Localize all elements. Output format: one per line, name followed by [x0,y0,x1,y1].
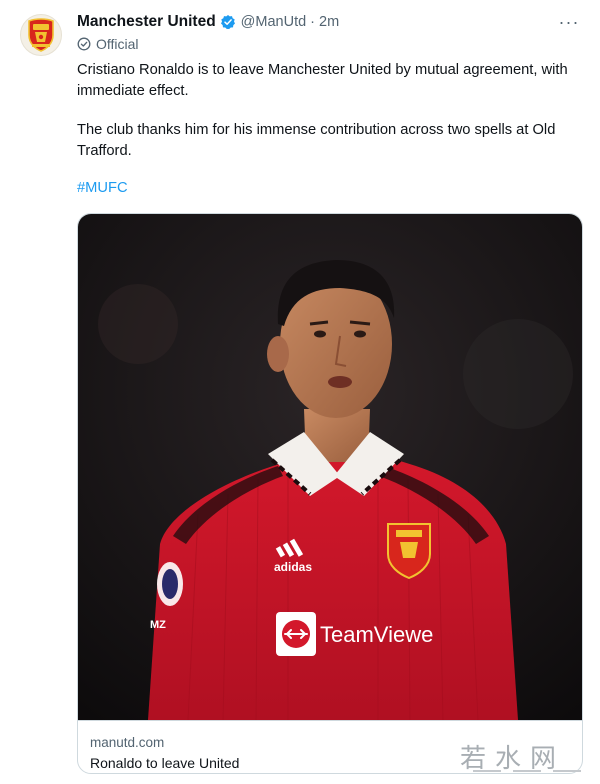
hashtag-link[interactable]: #MUFC [77,180,128,196]
shirt-crest [387,523,431,580]
tweet-text-paragraph-1: Cristiano Ronaldo is to leave Manchester… [77,62,568,99]
manchester-united-crest-icon [28,18,54,52]
sleeve-patch-text: MZ [150,619,166,631]
verified-badge-icon [220,14,236,30]
separator-dot: · [310,14,316,30]
kit-brand-text: adidas [274,560,312,574]
account-name[interactable]: Manchester United [77,13,216,31]
tweet[interactable]: Manchester United @ManUtd · 2m ··· Offic… [0,0,600,784]
more-options-icon[interactable]: ··· [558,11,580,33]
club-avatar[interactable] [20,14,62,56]
official-label: Official [77,36,139,52]
tweet-header: Manchester United @ManUtd · 2m ··· [77,11,580,33]
official-check-icon [77,37,91,51]
official-text: Official [96,36,139,52]
tweet-text-paragraph-2: The club thanks him for his immense cont… [77,122,556,159]
watermark-underline [473,770,583,774]
account-handle[interactable]: @ManUtd [241,14,307,30]
link-preview-card[interactable]: adidas TeamViewe MZ manutd.com Ronaldo t… [77,213,583,774]
sponsor-text: TeamViewe [320,622,433,647]
card-domain: manutd.com [90,735,165,750]
card-title[interactable]: Ronaldo to leave United [90,755,239,771]
tweet-time[interactable]: 2m [319,14,339,30]
card-photo-player[interactable]: adidas TeamViewe MZ [78,214,583,720]
